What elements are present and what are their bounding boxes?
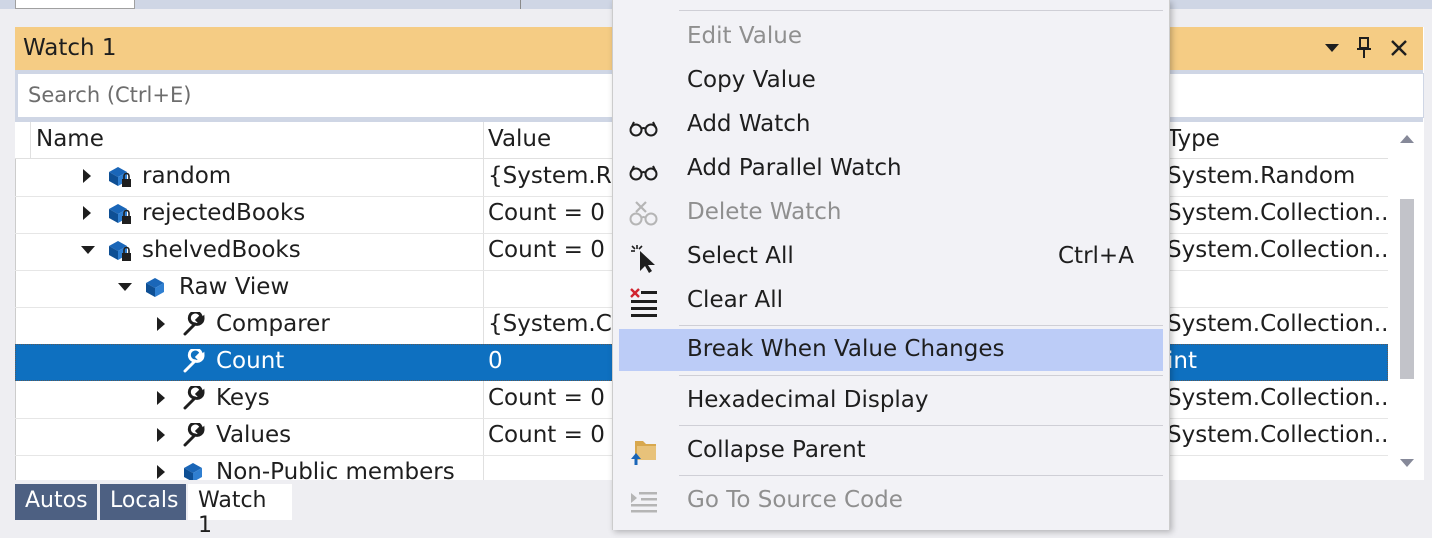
raw-view-icon [146,278,164,297]
menu-item-label: Add Watch [687,111,811,137]
collapse-arrow-icon[interactable] [81,246,95,254]
menu-item-label: Edit Value [687,23,803,49]
menu-item-label: Collapse Parent [687,437,866,463]
row-name: Non-Public members [216,459,455,480]
menu-item-label: Hexadecimal Display [687,387,929,413]
column-header-name[interactable]: Name [36,126,104,152]
pin-icon[interactable] [1349,33,1379,63]
scrollbar-thumb[interactable] [1400,199,1414,379]
delete-watch-icon [629,201,658,226]
menu-item-label: Go To Source Code [687,487,903,513]
field-private-icon [109,167,131,187]
glasses-icon [629,165,658,181]
wrench-icon [183,423,205,447]
row-value: Count = 0 [488,385,605,411]
scroll-down-icon[interactable] [1399,458,1415,468]
row-type: System.Random [1167,163,1356,189]
row-name: Comparer [216,311,330,337]
clear-all-icon [630,288,657,317]
row-type: System.Collection... [1167,311,1396,337]
expand-arrow-icon[interactable] [157,465,165,479]
menu-item-shortcut: Ctrl+A [1058,243,1134,269]
context-menu: Edit Value Copy Value Add Watch Add Para… [612,0,1170,530]
menu-item-label: Select All [687,243,794,269]
row-type: System.Collection... [1167,385,1396,411]
menu-item-copy-value[interactable]: Copy Value [619,60,1163,102]
search-input[interactable] [26,82,590,108]
row-name: Count [216,348,285,374]
row-value: Count = 0 [488,422,605,448]
menu-item-label: Clear All [687,287,783,313]
row-type: System.Collection... [1167,237,1396,263]
tab-watch-1[interactable]: Watch 1 [188,484,292,538]
cursor-icon [631,245,655,273]
goto-source-icon [631,492,657,513]
wrench-icon [183,349,205,373]
menu-item-label: Add Parallel Watch [687,155,902,181]
tab-locals[interactable]: Locals [100,484,186,520]
row-name: random [142,163,232,189]
menu-item-add-watch[interactable]: Add Watch [619,104,1163,146]
close-icon[interactable] [1384,33,1414,63]
menu-separator [679,425,1163,426]
expand-arrow-icon[interactable] [83,169,91,183]
scroll-up-icon[interactable] [1399,134,1415,144]
menu-item-delete-watch[interactable]: Delete Watch [619,192,1163,234]
field-private-icon [109,241,131,261]
menu-item-hexadecimal-display[interactable]: Hexadecimal Display [619,380,1163,422]
row-value: {System.Co [488,311,626,337]
expand-arrow-icon[interactable] [157,391,165,405]
vertical-scrollbar[interactable] [1390,122,1423,480]
menu-item-add-parallel-watch[interactable]: Add Parallel Watch [619,148,1163,190]
menu-separator [679,10,1163,11]
row-value: 0 [488,348,503,374]
menu-item-go-to-source-code[interactable]: Go To Source Code [619,480,1163,522]
toolbar-field[interactable] [15,0,135,9]
row-name: Raw View [179,274,290,300]
wrench-icon [183,312,205,336]
toolbar-divider [520,0,521,9]
row-type: int [1167,348,1197,374]
field-private-icon [109,204,131,224]
non-public-members-icon [184,463,202,480]
menu-item-label: Copy Value [687,67,816,93]
menu-item-label: Delete Watch [687,199,842,225]
row-type: System.Collection... [1167,422,1396,448]
row-name: rejectedBooks [142,200,306,226]
menu-item-edit-value[interactable]: Edit Value [619,16,1163,58]
column-header-value[interactable]: Value [488,126,551,152]
row-value: Count = 0 [488,200,605,226]
glasses-icon [629,121,658,137]
row-name: Keys [216,385,270,411]
expand-arrow-icon[interactable] [157,428,165,442]
collapse-parent-icon [631,441,656,465]
window-title: Watch 1 [23,35,117,61]
wrench-icon [183,386,205,410]
collapse-arrow-icon[interactable] [118,283,132,291]
menu-item-select-all[interactable]: Select All Ctrl+A [619,236,1163,278]
row-name: shelvedBooks [142,237,301,263]
row-value: Count = 0 [488,237,605,263]
menu-item-label: Break When Value Changes [687,336,1005,362]
menu-separator [679,375,1163,376]
row-name: Values [216,422,292,448]
expand-arrow-icon[interactable] [83,206,91,220]
tab-autos[interactable]: Autos [15,484,97,520]
menu-item-collapse-parent[interactable]: Collapse Parent [619,430,1163,472]
row-type: System.Collection... [1167,200,1396,226]
column-divider [30,122,31,158]
expand-arrow-icon[interactable] [157,317,165,331]
menu-separator [679,475,1163,476]
menu-item-break-when-value-changes[interactable]: Break When Value Changes [619,329,1163,371]
dropdown-arrow-icon[interactable] [1317,33,1347,63]
row-value: {System.Ra [488,163,626,189]
menu-separator [679,325,1163,326]
column-header-type[interactable]: Type [1167,126,1220,152]
menu-item-clear-all[interactable]: Clear All [619,280,1163,322]
